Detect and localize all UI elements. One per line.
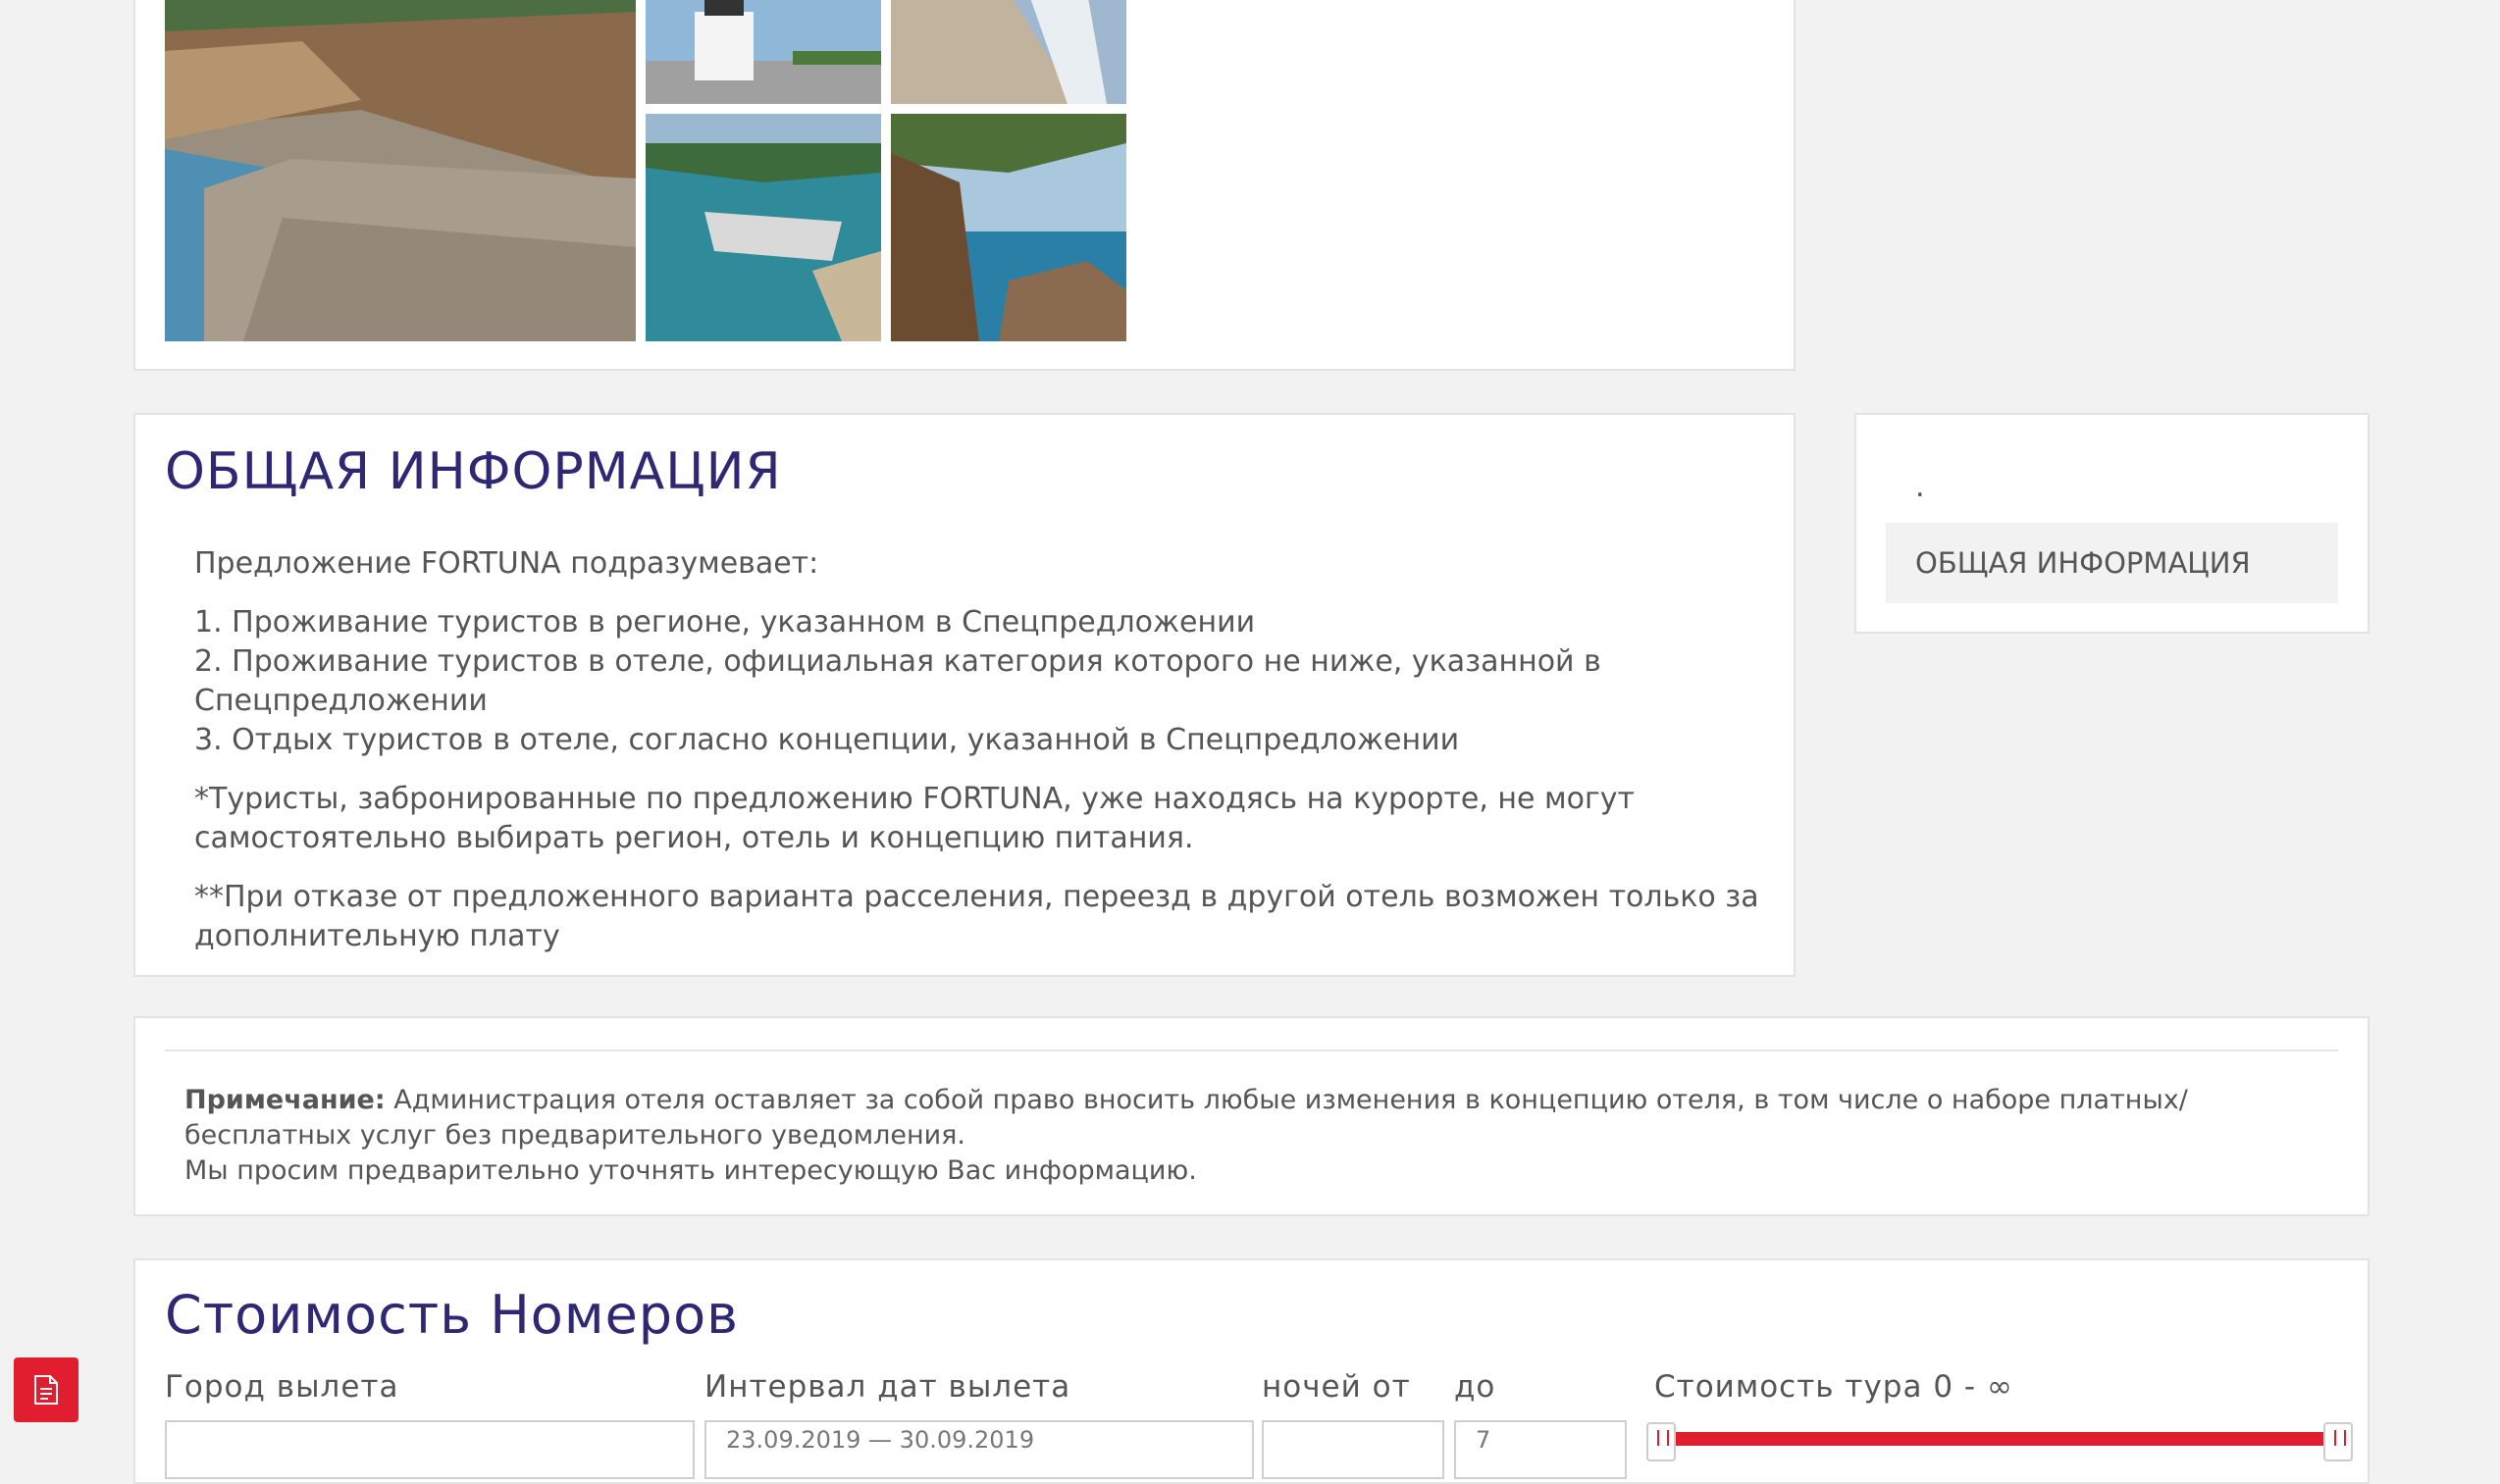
info-list-item: 1. Проживание туристов в регионе, указан… — [194, 605, 1256, 640]
photo-gallery — [133, 0, 1796, 371]
date-interval-value: 23.09.2019 — 30.09.2019 — [726, 1426, 1035, 1454]
info-note-2: **При отказе от предложенного варианта р… — [194, 880, 1759, 953]
departure-city-label: Город вылета — [165, 1369, 399, 1405]
note-text-2: Мы просим предварительно уточнять интере… — [184, 1155, 1197, 1186]
gallery-photo-pine-cliff[interactable] — [891, 114, 1126, 341]
side-nav-dot: . — [1915, 470, 1925, 504]
room-prices-section: Стоимость Номеров Город вылета Интервал … — [133, 1258, 2370, 1484]
pdf-button[interactable] — [14, 1357, 78, 1422]
divider — [165, 1049, 2338, 1051]
date-interval-input[interactable]: 23.09.2019 — 30.09.2019 — [704, 1420, 1254, 1479]
info-intro: Предложение FORTUNA подразумевает: — [194, 546, 819, 581]
info-note-1: *Туристы, забронированные по предложению… — [194, 782, 1636, 855]
document-icon — [34, 1375, 58, 1405]
nights-from-label: ночей от — [1262, 1369, 1411, 1405]
nights-to-value: 7 — [1476, 1426, 1491, 1454]
side-nav-item-general-info[interactable]: ОБЩАЯ ИНФОРМАЦИЯ — [1886, 523, 2338, 603]
room-prices-title: Стоимость Номеров — [165, 1284, 739, 1346]
nights-to-label: до — [1454, 1369, 1496, 1405]
info-list-item: 3. Отдых туристов в отеле, согласно конц… — [194, 723, 1460, 757]
nights-from-select[interactable] — [1262, 1420, 1444, 1479]
info-list: 1. Проживание туристов в регионе, указан… — [194, 603, 1764, 760]
note-text: Администрация отеля оставляет за собой п… — [184, 1085, 2188, 1151]
side-navigation: . ОБЩАЯ ИНФОРМАЦИЯ — [1854, 413, 2370, 634]
price-range-handle-max[interactable] — [2323, 1422, 2353, 1461]
tour-cost-label: Стоимость тура 0 - ∞ — [1654, 1369, 2013, 1405]
price-range-track[interactable] — [1674, 1432, 2339, 1446]
price-range-handle-min[interactable] — [1646, 1422, 1676, 1461]
note-section: Примечание: Администрация отеля оставляе… — [133, 1016, 2370, 1216]
gallery-photo-harbor[interactable] — [646, 114, 881, 341]
general-info-body: Предложение FORTUNA подразумевает: 1. Пр… — [194, 544, 1764, 976]
general-info-section: ОБЩАЯ ИНФОРМАЦИЯ Предложение FORTUNA под… — [133, 413, 1796, 977]
departure-city-select[interactable] — [165, 1420, 695, 1479]
date-interval-label: Интервал дат вылета — [704, 1369, 1071, 1405]
gallery-photo-marina-building[interactable] — [646, 0, 881, 104]
general-info-title: ОБЩАЯ ИНФОРМАЦИЯ — [165, 442, 782, 501]
gallery-photo-shore-waves[interactable] — [891, 0, 1126, 104]
info-list-item: 2. Проживание туристов в отеле, официаль… — [194, 644, 1601, 718]
nights-to-select[interactable]: 7 — [1454, 1420, 1627, 1479]
note-body: Примечание: Администрация отеля оставляе… — [184, 1083, 2343, 1189]
gallery-photo-beach[interactable] — [165, 0, 636, 341]
note-label: Примечание: — [184, 1085, 386, 1115]
